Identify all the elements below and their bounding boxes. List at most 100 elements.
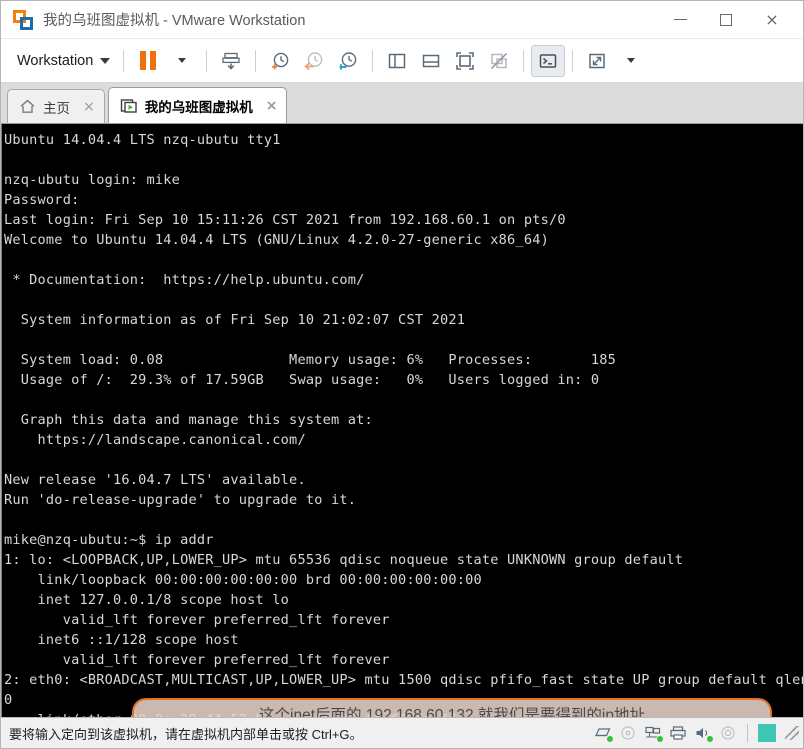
tab-my-ubuntu-vm[interactable]: 我的乌班图虚拟机 × — [107, 87, 288, 123]
terminal-line: Last login: Fri Sep 10 15:11:26 CST 2021… — [4, 212, 566, 228]
title-bar: 我的乌班图虚拟机 - VMware Workstation × — [1, 1, 803, 39]
window-title: 我的乌班图虚拟机 - VMware Workstation — [43, 13, 306, 29]
printer-icon[interactable] — [667, 723, 689, 743]
toolbar-separator — [572, 49, 574, 72]
workstation-menu-label: Workstation — [17, 52, 94, 69]
usb-camera-icon[interactable] — [717, 723, 739, 743]
terminal-output[interactable]: Ubuntu 14.04.4 LTS nzq-ubutu tty1 nzq-ub… — [2, 124, 803, 717]
console-icon — [540, 53, 557, 68]
terminal-line: mike@nzq-ubutu:~$ ip addr — [4, 532, 214, 548]
resize-grip-icon[interactable] — [785, 726, 799, 740]
toolbar-separator — [523, 49, 525, 72]
clock-plus-icon — [272, 52, 289, 69]
maximize-icon — [720, 13, 732, 26]
terminal-line: * Documentation: https://help.ubuntu.com… — [4, 272, 365, 288]
device-active-dot — [657, 736, 663, 742]
terminal-line: Password: — [4, 192, 80, 208]
tab-my-ubuntu-vm-label: 我的乌班图虚拟机 — [144, 99, 253, 115]
toolbar-separator — [372, 49, 374, 72]
status-bar-separator — [747, 724, 748, 742]
sticky-note-icon[interactable] — [756, 723, 778, 743]
annotation-callout: 这个inet后面的 192.168.60.132 就我们是要得到的ip地址 — [132, 698, 772, 717]
hard-disk-icon[interactable] — [592, 723, 614, 743]
terminal-line: 2: eth0: <BROADCAST,MULTICAST,UP,LOWER_U… — [4, 672, 803, 688]
status-bar: 要将输入定向到该虚拟机，请在虚拟机内部单击或按 Ctrl+G。 — [1, 717, 803, 748]
power-dropdown-button[interactable] — [165, 45, 199, 77]
snapshot-manager-icon — [222, 52, 240, 70]
clock-wrench-icon — [339, 51, 357, 70]
terminal-line: nzq-ubutu login: mike — [4, 172, 181, 188]
chevron-down-icon — [100, 57, 111, 64]
terminal-line: Usage of /: 29.3% of 17.59GB Swap usage:… — [4, 372, 600, 388]
close-button[interactable]: × — [749, 1, 795, 39]
tab-home[interactable]: 主页 × — [7, 89, 105, 123]
workstation-menu-button[interactable]: Workstation — [7, 49, 116, 73]
maximize-button[interactable] — [703, 1, 749, 39]
pause-icon — [140, 51, 157, 70]
fullscreen-button[interactable] — [448, 45, 482, 77]
show-bottom-pane-button[interactable] — [414, 45, 448, 77]
clock-revert-icon — [304, 51, 323, 70]
sound-icon[interactable] — [692, 723, 714, 743]
pause-vm-button[interactable] — [131, 45, 165, 77]
revert-snapshot-button[interactable] — [297, 45, 331, 77]
tab-my-ubuntu-vm-close-icon[interactable]: × — [266, 98, 278, 114]
console-view-button[interactable] — [531, 44, 566, 77]
stretch-guest-button[interactable] — [580, 45, 614, 77]
chevron-down-icon — [178, 58, 187, 63]
status-bar-device-icons — [592, 723, 801, 743]
terminal-line: valid_lft forever preferred_lft forever — [4, 612, 390, 628]
show-left-pane-button[interactable] — [380, 45, 414, 77]
terminal-line: inet 127.0.0.1/8 scope host lo — [4, 592, 290, 608]
terminal-line: Graph this data and manage this system a… — [4, 412, 373, 428]
vm-console-screen[interactable]: Ubuntu 14.04.4 LTS nzq-ubutu tty1 nzq-ub… — [1, 124, 803, 717]
tab-bar: 主页 × 我的乌班图虚拟机 × — [1, 83, 803, 124]
vmware-logo-icon — [13, 9, 33, 30]
cd-dvd-icon[interactable] — [617, 723, 639, 743]
terminal-line: System load: 0.08 Memory usage: 6% Proce… — [4, 352, 617, 368]
network-icon[interactable] — [642, 723, 664, 743]
chevron-down-icon — [627, 58, 636, 63]
close-icon: × — [765, 9, 779, 29]
terminal-line: Welcome to Ubuntu 14.04.4 LTS (GNU/Linux… — [4, 232, 549, 248]
minimize-icon — [673, 19, 687, 20]
stretch-dropdown-button[interactable] — [614, 45, 648, 77]
status-bar-message: 要将输入定向到该虚拟机，请在虚拟机内部单击或按 Ctrl+G。 — [9, 726, 363, 742]
toolbar-separator — [206, 49, 208, 72]
terminal-line: System information as of Fri Sep 10 21:0… — [4, 312, 466, 328]
device-active-dot — [607, 736, 613, 742]
manage-snapshots-button[interactable] — [331, 45, 365, 77]
terminal-line: Ubuntu 14.04.4 LTS nzq-ubutu tty1 — [4, 132, 281, 148]
toolbar-separator — [123, 49, 125, 72]
terminal-line: 1: lo: <LOOPBACK,UP,LOWER_UP> mtu 65536 … — [4, 552, 684, 568]
expand-arrows-icon — [589, 53, 606, 68]
snapshot-manager-button[interactable] — [214, 45, 248, 77]
unity-mode-button[interactable] — [482, 45, 516, 77]
tab-home-close-icon[interactable]: × — [83, 99, 95, 115]
fullscreen-icon — [456, 51, 475, 70]
terminal-line: Run 'do-release-upgrade' to upgrade to i… — [4, 492, 357, 508]
tab-home-label: 主页 — [43, 100, 70, 116]
toolbar-separator — [255, 49, 257, 72]
minimize-button[interactable] — [657, 1, 703, 39]
terminal-line: https://landscape.canonical.com/ — [4, 432, 306, 448]
take-snapshot-button[interactable] — [263, 45, 297, 77]
terminal-line: New release '16.04.7 LTS' available. — [4, 472, 306, 488]
main-toolbar: Workstation — [1, 39, 803, 83]
unity-mode-icon — [491, 52, 508, 69]
terminal-line: inet6 ::1/128 scope host — [4, 632, 239, 648]
terminal-line: link/loopback 00:00:00:00:00:00 brd 00:0… — [4, 572, 482, 588]
annotation-callout-text: 这个inet后面的 192.168.60.132 就我们是要得到的ip地址 — [259, 707, 645, 717]
pane-bottom-icon — [423, 54, 440, 67]
home-icon — [20, 99, 35, 113]
vmware-workstation-window: 我的乌班图虚拟机 - VMware Workstation × Workstat… — [0, 0, 804, 749]
vm-play-icon — [120, 98, 137, 113]
pane-left-icon — [389, 53, 406, 68]
